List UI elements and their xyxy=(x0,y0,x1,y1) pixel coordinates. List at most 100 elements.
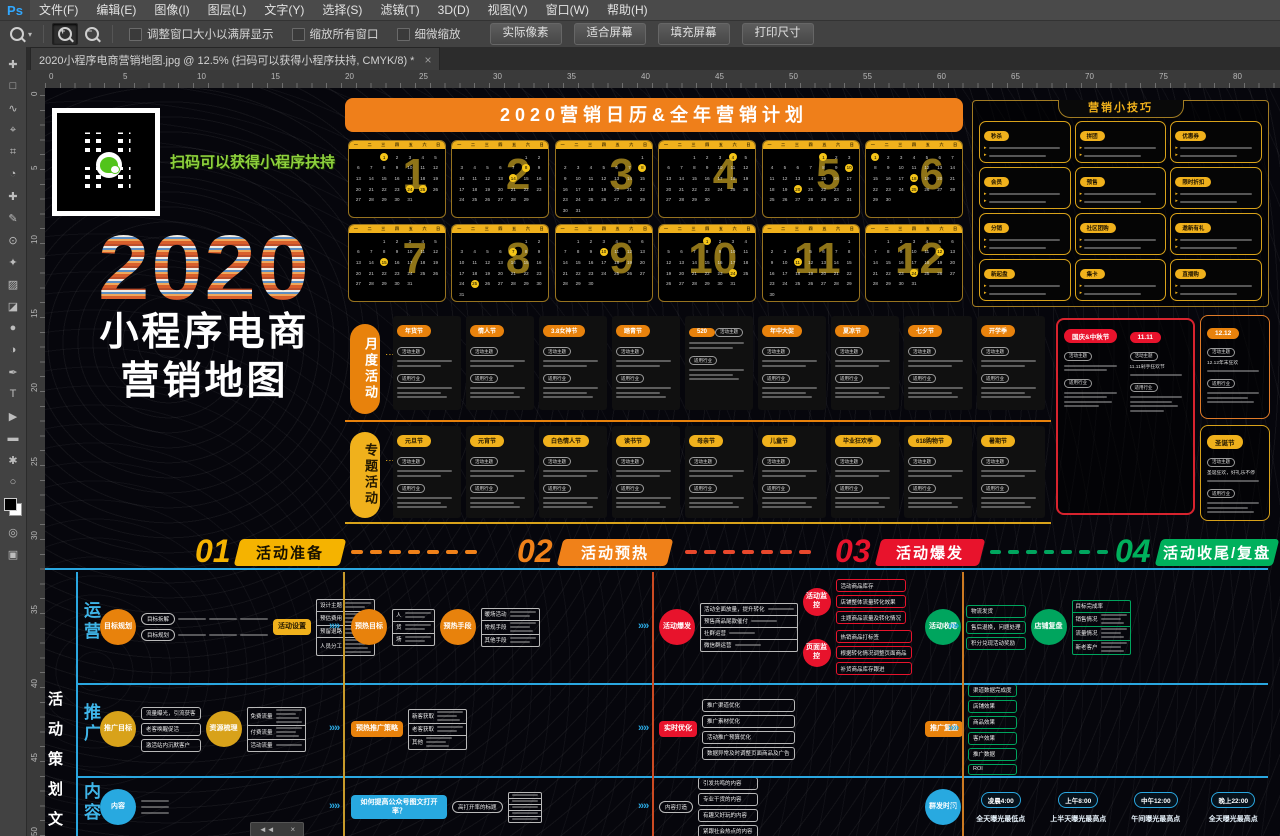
option-button-0[interactable]: 实际像素 xyxy=(490,23,562,45)
hand-tool[interactable]: ✱ xyxy=(1,449,26,471)
mindmap-node: 预热目标 xyxy=(351,609,387,645)
menu-item-5[interactable]: 选择(S) xyxy=(313,0,371,20)
mindmap-box: 实时优化 xyxy=(659,721,697,736)
marquee-tool[interactable]: □ xyxy=(1,75,26,97)
menu-item-7[interactable]: 3D(D) xyxy=(429,0,479,20)
row-label: 其他 xyxy=(412,738,423,746)
option-checkbox-2[interactable]: 细微缩放 xyxy=(397,26,461,42)
weekday-label: 四 xyxy=(494,141,508,149)
menu-item-3[interactable]: 图层(L) xyxy=(199,0,256,20)
history-brush-tool[interactable]: ✦ xyxy=(1,251,26,273)
text-line xyxy=(908,365,952,367)
menu-item-6[interactable]: 滤镜(T) xyxy=(371,0,428,20)
day-cell: 3 xyxy=(597,236,610,247)
day-cell: 25 xyxy=(791,278,804,289)
dash xyxy=(370,550,382,554)
weekday-label: 三 xyxy=(893,225,907,233)
text-line xyxy=(616,396,666,398)
text-line xyxy=(426,737,452,739)
menu-item-0[interactable]: 文件(F) xyxy=(30,0,87,20)
pen-tool[interactable]: ✒ xyxy=(1,361,26,383)
arrow-icon: ▸ xyxy=(984,207,987,210)
text-line xyxy=(908,470,963,472)
tip-card-5: 限时折扣▸▸▸ xyxy=(1170,167,1262,209)
menu-item-1[interactable]: 编辑(E) xyxy=(87,0,145,20)
day-cell: 18 xyxy=(791,268,804,279)
menu-item-4[interactable]: 文字(Y) xyxy=(255,0,313,20)
row-label: 老客获取 xyxy=(412,725,434,733)
blur-tool[interactable]: ● xyxy=(1,317,26,339)
day-cell: 24 xyxy=(726,268,739,279)
type-tool[interactable]: T xyxy=(1,383,26,405)
shape-tool[interactable]: ▬ xyxy=(1,427,26,449)
separator xyxy=(112,25,113,43)
mindmap-node: 预热手段 xyxy=(440,609,476,645)
brush-tool[interactable]: ✎ xyxy=(1,207,26,229)
day-cell: 22 xyxy=(572,268,585,279)
quick-select-tool[interactable]: ⌖ xyxy=(1,119,26,141)
document-canvas[interactable]: 扫码可以获得小程序扶持 2020 小程序电商 营销地图 2020营销日历&全年营… xyxy=(45,88,1280,836)
color-swatches[interactable] xyxy=(4,498,22,516)
scrollbar-corner[interactable]: ◄◄× xyxy=(250,822,304,836)
crop-tool[interactable]: ⌗ xyxy=(1,141,26,163)
day-cell: 22 xyxy=(378,268,391,279)
zoom-out-button[interactable]: − xyxy=(80,24,104,44)
menu-item-9[interactable]: 窗口(W) xyxy=(537,0,598,20)
day-cell: 14 xyxy=(804,173,817,184)
weekday-label: 一 xyxy=(763,141,777,149)
option-checkbox-1[interactable]: 缩放所有窗口 xyxy=(292,26,379,42)
day-cell: 21 xyxy=(559,268,572,279)
healing-brush-tool[interactable]: ✚ xyxy=(1,185,26,207)
day-cell xyxy=(688,236,701,247)
day-cell: 11 xyxy=(416,163,429,174)
close-tab-icon[interactable]: × xyxy=(424,53,431,67)
menu-item-2[interactable]: 图像(I) xyxy=(145,0,198,20)
industry-field-label: 适用行业 xyxy=(689,484,717,493)
text-line xyxy=(1180,155,1237,157)
day-cell: 11 xyxy=(468,257,481,268)
calendar-month-9: 一二三四五六日912345678910111213141516171819202… xyxy=(555,224,653,302)
dodge-tool[interactable]: ◑ xyxy=(1,339,26,361)
move-tool[interactable]: ✚ xyxy=(1,53,26,75)
day-cell: 9 xyxy=(533,163,546,174)
path-select-tool[interactable]: ▶ xyxy=(1,405,26,427)
calendar-weekday-row: 一二三四五六日 xyxy=(452,225,548,233)
day-cell: 4 xyxy=(416,236,429,247)
lasso-tool[interactable]: ∿ xyxy=(1,97,26,119)
document-tab[interactable]: 2020小程序电商营销地图.jpg @ 12.5% (扫码可以获得小程序扶持, … xyxy=(30,47,440,71)
option-button-2[interactable]: 填充屏幕 xyxy=(658,23,730,45)
text-line xyxy=(1180,293,1237,295)
list-item: 专业干货的内容 xyxy=(698,793,758,806)
menu-item-8[interactable]: 视图(V) xyxy=(479,0,537,20)
text-line xyxy=(989,254,1054,255)
month-days: 1234567891011121314151617181920212223242… xyxy=(766,236,856,299)
quick-mask-icon[interactable]: ◎ xyxy=(1,521,26,543)
menu-item-10[interactable]: 帮助(H) xyxy=(598,0,657,20)
day-cell: 18 xyxy=(920,257,933,268)
option-checkbox-0[interactable]: 调整窗口大小以满屏显示 xyxy=(129,26,274,42)
option-button-3[interactable]: 打印尺寸 xyxy=(742,23,814,45)
dropdown-arrow-icon[interactable]: ▾ xyxy=(28,30,32,39)
weekday-label: 六 xyxy=(831,141,845,149)
text-line xyxy=(1130,374,1183,376)
gradient-tool[interactable]: ◪ xyxy=(1,295,26,317)
foreground-color-chip[interactable] xyxy=(4,498,17,511)
option-button-1[interactable]: 适合屏幕 xyxy=(574,23,646,45)
eyedropper-tool[interactable]: ◔ xyxy=(1,163,26,185)
clone-stamp-tool[interactable]: ⊙ xyxy=(1,229,26,251)
ruler-number: 5 xyxy=(123,72,127,81)
zoom-tool-icon[interactable] xyxy=(10,27,24,41)
zoom-tool[interactable]: ○ xyxy=(1,471,26,493)
zoom-in-button[interactable]: + xyxy=(52,23,78,45)
industry-field-label: 适用行业 xyxy=(616,484,644,493)
tip-line: ▸ xyxy=(984,238,1066,243)
row-bars xyxy=(405,624,431,630)
eraser-tool[interactable]: ▨ xyxy=(1,273,26,295)
weekday-label: 六 xyxy=(418,225,432,233)
day-cell: 12 xyxy=(804,257,817,268)
phase-label: 活动准备 xyxy=(256,542,324,563)
activity-card-title: 暑期节 xyxy=(981,435,1015,447)
arrow-icon: ▸ xyxy=(984,284,987,289)
screen-mode-icon[interactable]: ▣ xyxy=(1,543,26,565)
tip-label: 新起盘 xyxy=(984,269,1015,279)
